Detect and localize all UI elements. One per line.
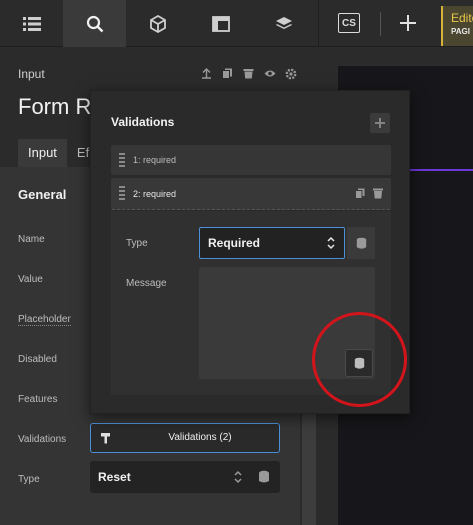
page-title: Form R — [18, 94, 92, 119]
validation-rule-label: 1: required — [133, 155, 177, 165]
validation-rule-1[interactable]: 1: required — [111, 145, 391, 175]
hammer-icon — [91, 424, 121, 452]
editor-tab-title: Edito — [451, 11, 473, 25]
database-icon — [356, 237, 366, 249]
components-button[interactable] — [126, 0, 189, 47]
element-kind: Input — [18, 67, 45, 81]
field-label-name: Name — [18, 234, 45, 245]
move-up-icon[interactable] — [200, 67, 213, 80]
duplicate-icon[interactable] — [221, 67, 234, 80]
popup-title: Validations — [111, 115, 175, 129]
tab-input[interactable]: Input — [18, 139, 67, 167]
field-label-type: Type — [18, 474, 40, 485]
chevron-updown-icon — [327, 236, 335, 250]
layout-icon — [211, 15, 230, 32]
layers-button[interactable] — [252, 0, 315, 47]
section-title: General — [18, 187, 67, 202]
validation-type-select[interactable]: Required — [199, 227, 345, 259]
duplicate-icon[interactable] — [355, 188, 365, 199]
database-icon[interactable] — [258, 470, 270, 484]
field-label-validations: Validations — [18, 434, 67, 445]
outline-button[interactable] — [0, 0, 63, 47]
top-toolbar: CS Edito PAGI — [0, 0, 473, 47]
trash-icon[interactable] — [373, 188, 383, 199]
field-label-placeholder: Placeholder — [18, 314, 71, 326]
validation-rule-label: 2: required — [133, 189, 177, 199]
search-icon — [86, 15, 103, 32]
validation-type-value: Required — [208, 236, 261, 250]
validation-rule-2[interactable]: 2: required — [111, 178, 391, 210]
layers-icon — [275, 16, 292, 29]
field-label-value: Value — [18, 274, 43, 285]
add-validation-button[interactable] — [370, 113, 390, 133]
panel-tabs: Input Ef — [18, 139, 99, 167]
drag-handle-icon[interactable] — [119, 153, 125, 167]
editor-tab[interactable]: Edito PAGI — [441, 6, 473, 46]
type-select-value: Reset — [98, 470, 131, 484]
plus-icon — [400, 15, 416, 31]
eye-icon[interactable] — [263, 67, 276, 80]
add-button[interactable] — [396, 10, 420, 36]
type-label: Type — [126, 238, 148, 249]
toolbar-divider — [380, 12, 381, 36]
type-select[interactable]: Reset — [90, 461, 280, 493]
gear-icon[interactable] — [284, 67, 297, 80]
message-label: Message — [126, 278, 167, 289]
rule-actions — [355, 188, 383, 199]
layout-button[interactable] — [189, 0, 252, 47]
code-button[interactable]: CS — [338, 13, 360, 33]
panel-actions — [200, 67, 297, 80]
validations-button[interactable]: Validations (2) — [90, 423, 280, 453]
field-label-disabled: Disabled — [18, 354, 57, 365]
toolbar-divider — [318, 0, 319, 47]
field-label-features: Features — [18, 394, 58, 405]
editor-tab-subtitle: PAGI — [451, 27, 470, 36]
trash-icon[interactable] — [242, 67, 255, 80]
search-button[interactable] — [63, 0, 126, 47]
chevron-updown-icon — [234, 470, 242, 484]
type-dynamic-data-button[interactable] — [347, 227, 375, 259]
plus-icon — [375, 118, 385, 128]
validations-button-label: Validations (2) — [168, 432, 232, 443]
highlight-circle — [312, 312, 407, 407]
cube-icon — [149, 14, 166, 33]
list-icon — [22, 16, 41, 31]
drag-handle-icon[interactable] — [119, 186, 125, 200]
